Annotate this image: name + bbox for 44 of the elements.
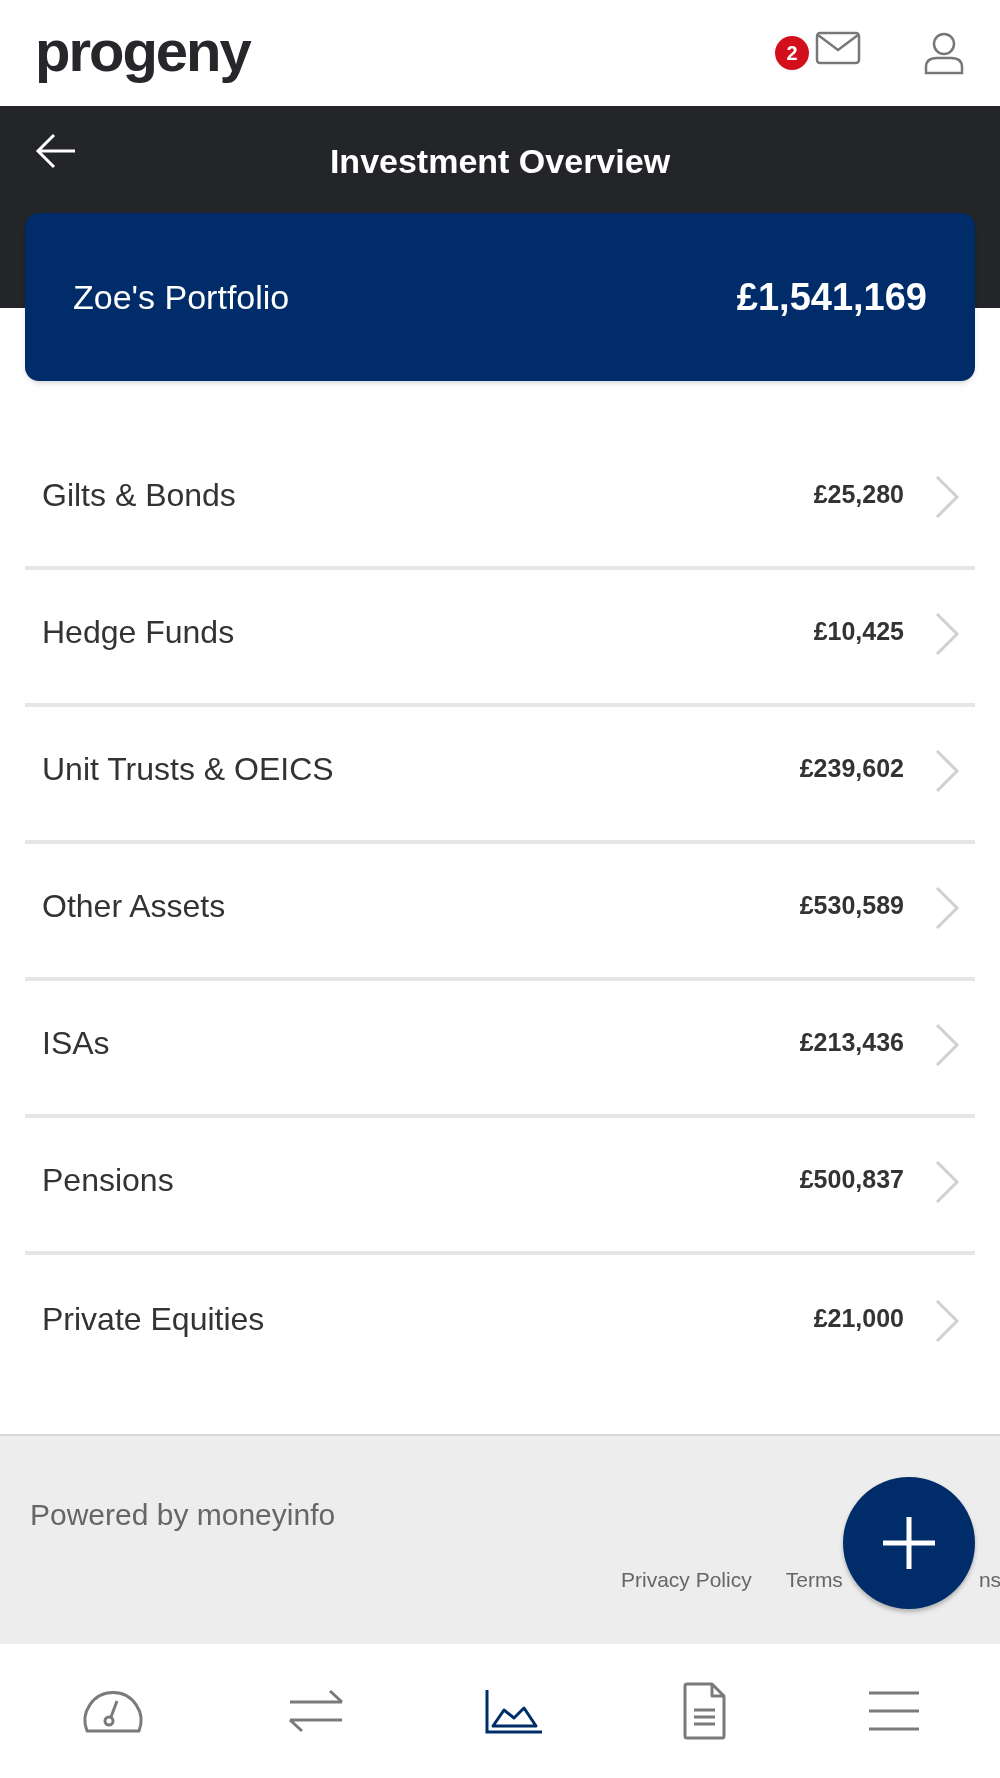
category-amount: £530,589 <box>799 889 904 921</box>
chevron-right-icon <box>934 474 960 519</box>
area-chart-icon[interactable] <box>483 1688 544 1734</box>
chevron-right-icon <box>934 1022 960 1067</box>
footer-link[interactable]: Privacy Policy <box>621 1564 752 1596</box>
category-label: Hedge Funds <box>42 612 235 652</box>
page-title: Investment Overview <box>329 141 671 182</box>
category-row[interactable]: Pensions £500,837 <box>25 1118 975 1255</box>
unread-badge: 2 <box>775 36 809 70</box>
chevron-right-icon <box>934 611 960 656</box>
category-row[interactable]: ISAs £213,436 <box>25 981 975 1118</box>
plus-icon <box>881 1515 937 1571</box>
category-row[interactable]: Private Equities £21,000 <box>25 1255 975 1392</box>
category-label: Gilts & Bonds <box>42 475 236 515</box>
chevron-right-icon <box>934 1159 960 1204</box>
chevron-right-icon <box>934 885 960 930</box>
chevron-right-icon <box>934 748 960 793</box>
category-label: Other Assets <box>42 886 226 926</box>
portfolio-total: £1,541,169 <box>736 274 927 320</box>
category-amount: £25,280 <box>813 478 904 510</box>
chevron-right-icon <box>934 1298 960 1343</box>
category-amount: £213,436 <box>799 1026 904 1058</box>
category-label: Unit Trusts & OEICS <box>42 749 334 789</box>
category-row[interactable]: Hedge Funds £10,425 <box>25 570 975 707</box>
category-label: Pensions <box>42 1160 174 1200</box>
category-row[interactable]: Other Assets £530,589 <box>25 844 975 981</box>
back-arrow-icon[interactable] <box>35 133 77 169</box>
mail-icon[interactable] <box>815 31 861 65</box>
category-amount: £239,602 <box>799 752 904 784</box>
category-amount: £500,837 <box>799 1163 904 1195</box>
powered-by-text: Powered by moneyinfo <box>30 1497 336 1533</box>
profile-icon[interactable] <box>923 31 965 75</box>
menu-icon[interactable] <box>866 1690 921 1732</box>
category-amount: £21,000 <box>813 1302 904 1334</box>
category-amount: £10,425 <box>813 615 904 647</box>
category-label: ISAs <box>42 1023 110 1063</box>
category-row[interactable]: Unit Trusts & OEICS £239,602 <box>25 707 975 844</box>
portfolio-card[interactable]: Zoe's Portfolio £1,541,169 <box>25 213 975 381</box>
footer-link[interactable]: ns <box>978 1564 1000 1596</box>
portfolio-name: Zoe's Portfolio <box>73 276 290 318</box>
category-row[interactable]: Gilts & Bonds £25,280 <box>25 433 975 570</box>
footer-link[interactable]: Terms <box>785 1564 843 1596</box>
document-icon[interactable] <box>682 1682 729 1740</box>
category-label: Private Equities <box>42 1299 265 1339</box>
